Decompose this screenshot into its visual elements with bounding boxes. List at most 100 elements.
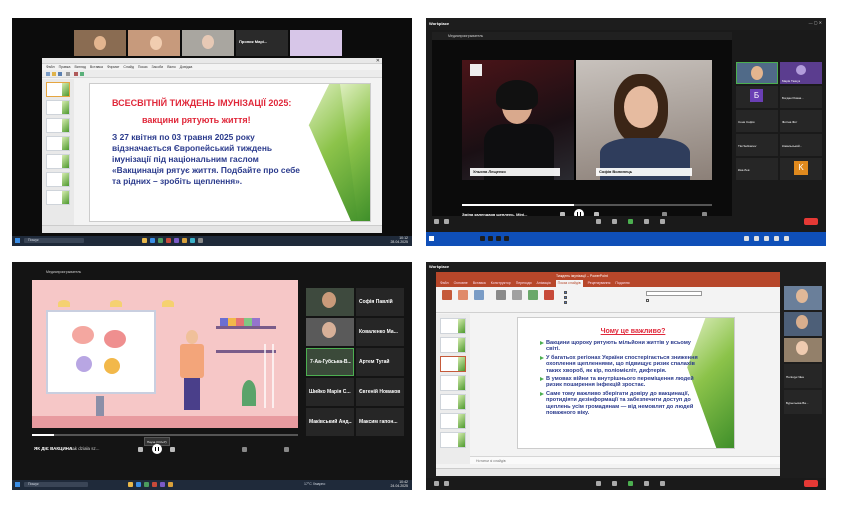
- participant-tile[interactable]: Артем Тугай: [356, 348, 404, 376]
- app-icon[interactable]: [198, 238, 203, 243]
- microphone-icon[interactable]: [434, 219, 439, 224]
- checkbox[interactable]: [564, 301, 567, 304]
- participant-tile[interactable]: [784, 286, 822, 310]
- ribbon-tab[interactable]: Рецензування: [588, 280, 611, 287]
- ribbon-tab[interactable]: Основне: [454, 280, 468, 287]
- tray-icon[interactable]: [784, 236, 789, 241]
- chat-icon[interactable]: [612, 219, 617, 224]
- prev-icon[interactable]: [138, 447, 143, 452]
- save-icon[interactable]: [58, 72, 62, 76]
- start-slideshow-icon[interactable]: [442, 290, 452, 300]
- app-icon[interactable]: [174, 238, 179, 243]
- checkbox[interactable]: [564, 291, 567, 294]
- fullscreen-icon[interactable]: [284, 447, 289, 452]
- participant-tile[interactable]: [128, 30, 180, 56]
- share-screen-icon[interactable]: [628, 219, 633, 224]
- start-icon[interactable]: [429, 236, 434, 241]
- participants-icon[interactable]: [596, 481, 601, 486]
- participant-tile[interactable]: Тім Selivanov: [736, 134, 778, 156]
- tray-icon[interactable]: [764, 236, 769, 241]
- slide-thumbnail[interactable]: [440, 413, 466, 429]
- volume-icon[interactable]: [242, 447, 247, 452]
- custom-show-icon[interactable]: [474, 290, 484, 300]
- participant-tile[interactable]: [74, 30, 126, 56]
- leave-button[interactable]: [804, 480, 818, 487]
- ribbon-tab[interactable]: Анімація: [537, 280, 551, 287]
- participant-tile[interactable]: Коваленко Ма...: [356, 318, 404, 346]
- participant-tile[interactable]: Софія Павлій: [356, 288, 404, 316]
- share-screen-icon[interactable]: [628, 481, 633, 486]
- slide-thumbnail[interactable]: [46, 172, 70, 187]
- participant-tile[interactable]: [736, 62, 778, 84]
- slide-thumbnail[interactable]: [46, 118, 70, 133]
- participant-tile[interactable]: Максим гапон...: [356, 408, 404, 436]
- reactions-icon[interactable]: [644, 219, 649, 224]
- app-icon[interactable]: [190, 238, 195, 243]
- app-icon[interactable]: [144, 482, 149, 487]
- slide-thumbnail[interactable]: [46, 154, 70, 169]
- ribbon-tab[interactable]: Переходи: [516, 280, 532, 287]
- participant-tile[interactable]: [182, 30, 234, 56]
- participant-tile[interactable]: [784, 338, 822, 362]
- browser-icon[interactable]: [150, 238, 155, 243]
- slide-thumbnail[interactable]: [440, 432, 466, 448]
- app-icon[interactable]: [496, 236, 501, 241]
- reactions-icon[interactable]: [644, 481, 649, 486]
- tray-icon[interactable]: [774, 236, 779, 241]
- participant-tile[interactable]: [784, 312, 822, 336]
- ribbon-tab[interactable]: Показ слайдів: [555, 280, 583, 287]
- participant-tile[interactable]: Бурыльова Ва...: [784, 390, 822, 414]
- checkbox[interactable]: [646, 299, 649, 302]
- video-frame[interactable]: Ульяна Лещенко Софія Волинець: [462, 60, 712, 180]
- start-icon[interactable]: [15, 482, 20, 487]
- setup-show-icon[interactable]: [496, 290, 506, 300]
- leave-button[interactable]: [804, 218, 818, 225]
- more-icon[interactable]: [660, 219, 665, 224]
- participant-tile[interactable]: Поліщук Яна: [784, 364, 822, 388]
- app-icon[interactable]: [504, 236, 509, 241]
- file-explorer-icon[interactable]: [128, 482, 133, 487]
- participant-tile[interactable]: Маківський Анд...: [306, 408, 354, 436]
- file-explorer-icon[interactable]: [142, 238, 147, 243]
- redo-icon[interactable]: [80, 72, 84, 76]
- app-icon[interactable]: [160, 482, 165, 487]
- participant-tile[interactable]: K: [780, 158, 822, 180]
- new-icon[interactable]: [46, 72, 50, 76]
- hide-slide-icon[interactable]: [512, 290, 522, 300]
- slide-thumbnail[interactable]: [46, 82, 70, 97]
- seek-bar[interactable]: [462, 204, 712, 206]
- participant-tile[interactable]: Єва Лев: [736, 158, 778, 180]
- participant-tile[interactable]: Марія Ткачук: [780, 62, 822, 84]
- app-icon[interactable]: [158, 238, 163, 243]
- undo-icon[interactable]: [74, 72, 78, 76]
- slide-thumbnail[interactable]: [440, 394, 466, 410]
- participant-tile[interactable]: Б: [736, 86, 778, 108]
- slide-thumbnail[interactable]: [440, 375, 466, 391]
- monitor-dropdown[interactable]: [646, 291, 702, 296]
- app-icon[interactable]: [166, 238, 171, 243]
- ribbon-tab[interactable]: Вставка: [473, 280, 486, 287]
- app-icon[interactable]: [152, 482, 157, 487]
- tray-icon[interactable]: [744, 236, 749, 241]
- app-icon[interactable]: [168, 482, 173, 487]
- ribbon-tab[interactable]: Конструктор: [491, 280, 511, 287]
- start-icon[interactable]: [15, 238, 20, 243]
- rehearse-icon[interactable]: [528, 290, 538, 300]
- video-frame[interactable]: [32, 280, 298, 428]
- slide-thumbnail[interactable]: [440, 337, 466, 353]
- app-icon[interactable]: [480, 236, 485, 241]
- ribbon-tab[interactable]: Файл: [440, 280, 449, 287]
- from-current-icon[interactable]: [458, 290, 468, 300]
- participant-tile[interactable]: Проник Марі...: [236, 30, 288, 56]
- slide-thumbnail[interactable]: [440, 356, 466, 372]
- slide-thumbnail[interactable]: [440, 318, 466, 334]
- participant-tile[interactable]: Фотіна Фот: [780, 110, 822, 132]
- participant-tile[interactable]: [290, 30, 342, 56]
- camera-icon[interactable]: [444, 219, 449, 224]
- camera-icon[interactable]: [444, 481, 449, 486]
- participants-icon[interactable]: [596, 219, 601, 224]
- participant-tile[interactable]: [306, 318, 354, 346]
- ribbon-tab[interactable]: Подання: [615, 280, 629, 287]
- print-icon[interactable]: [66, 72, 70, 76]
- next-icon[interactable]: [170, 447, 175, 452]
